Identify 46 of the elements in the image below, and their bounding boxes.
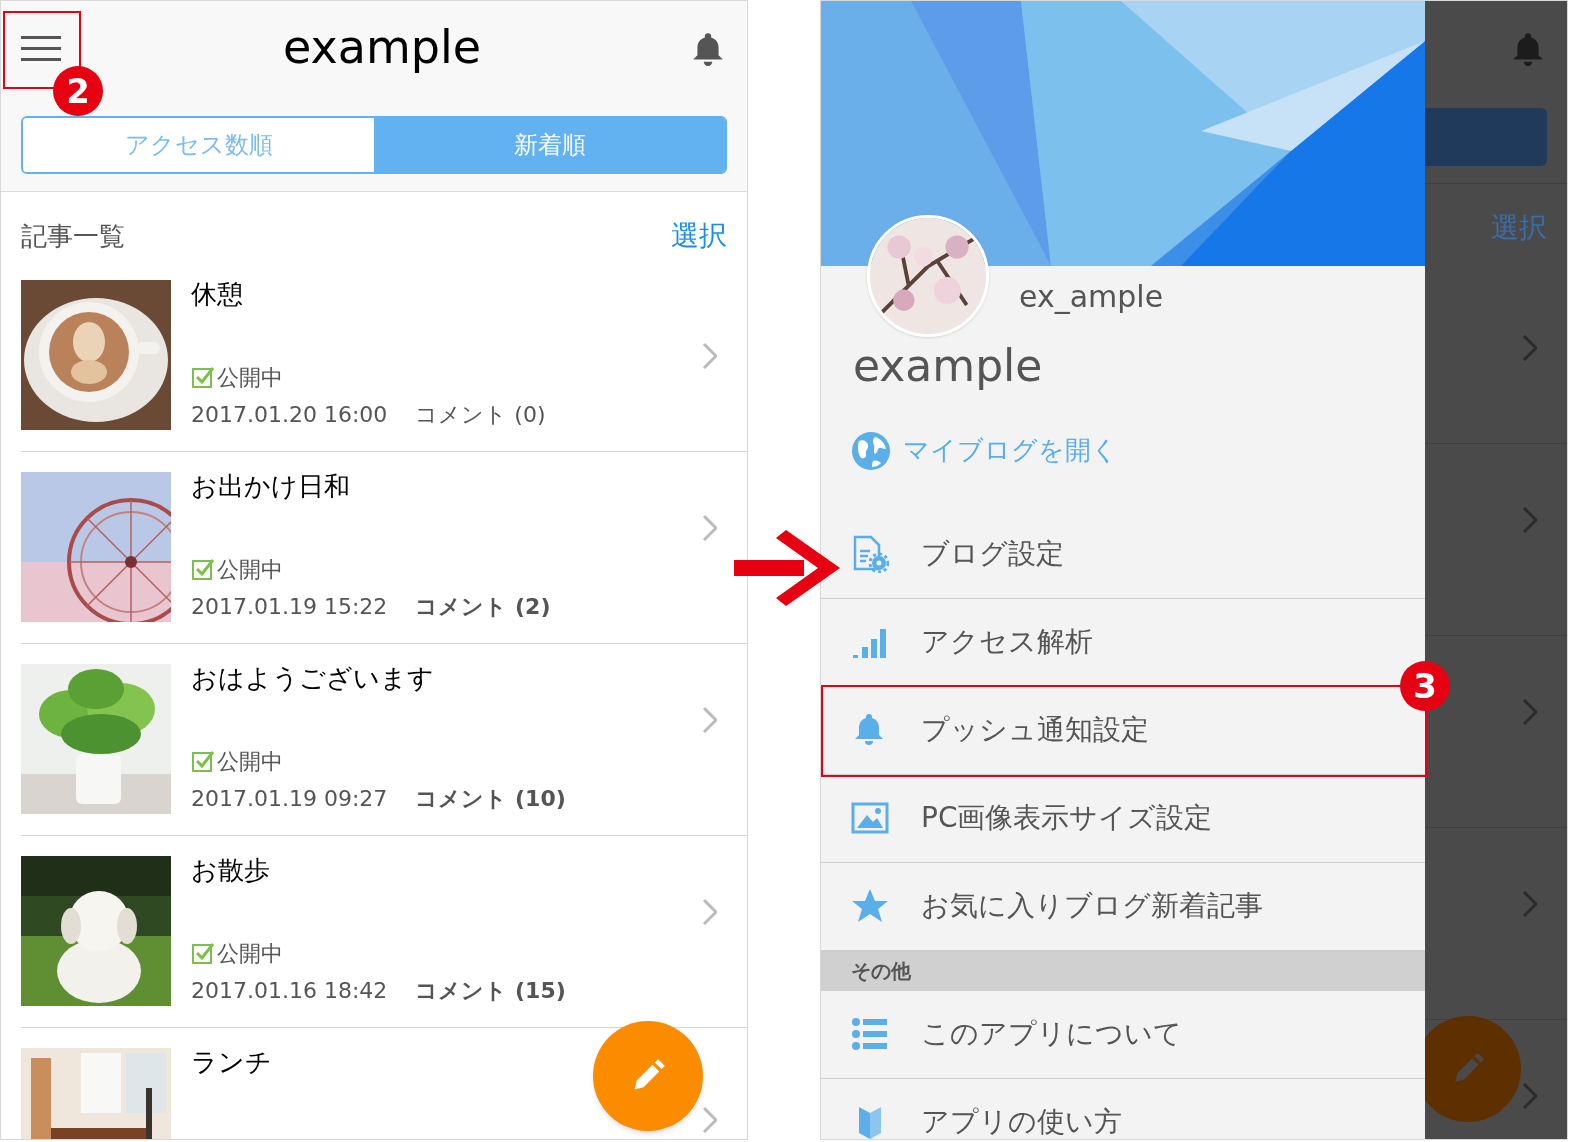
- globe-icon: [851, 430, 891, 471]
- checkbox-icon: [191, 365, 215, 389]
- comment-count: コメント (2): [415, 592, 551, 621]
- comment-count: コメント (10): [415, 784, 566, 813]
- section-header: その他: [821, 950, 1425, 991]
- checkbox-icon: [191, 557, 215, 581]
- post-title: おはようございます: [191, 662, 434, 695]
- section-title: 記事一覧: [21, 219, 125, 253]
- chevron-icon: [1521, 1082, 1537, 1110]
- blog-name: example: [852, 338, 1044, 393]
- chevron-icon[interactable]: [701, 1106, 717, 1134]
- select-link[interactable]: 選択: [671, 215, 727, 257]
- post-title: 休憩: [191, 278, 243, 311]
- chevron-icon: [1521, 334, 1537, 362]
- checkbox-icon: [191, 749, 215, 773]
- chevron-icon[interactable]: [701, 706, 717, 734]
- status-label: 公開中: [217, 747, 283, 776]
- post-date: 2017.01.19 09:27: [191, 784, 388, 813]
- checkbox-icon: [191, 941, 215, 965]
- menu-item[interactable]: PC画像表示サイズ設定: [821, 774, 1425, 863]
- chevron-icon: [1521, 890, 1537, 918]
- menu-icon[interactable]: [21, 36, 61, 61]
- menu-item[interactable]: お気に入りブログ新着記事: [821, 862, 1425, 951]
- chevron-icon: [1521, 506, 1537, 534]
- chevron-icon[interactable]: [701, 514, 717, 542]
- post-date: 2017.01.20 16:00: [191, 400, 388, 429]
- menu-item[interactable]: このアプリについて: [821, 990, 1425, 1079]
- post-date: 2017.01.19 15:22: [191, 592, 388, 621]
- star-icon: [851, 887, 889, 925]
- comment-count: コメント (0): [415, 400, 546, 429]
- comment-count: コメント (15): [415, 976, 566, 1005]
- app-title: example: [283, 19, 481, 76]
- status-label: 公開中: [217, 939, 283, 968]
- status-label: 公開中: [217, 555, 283, 584]
- post-title: ランチ: [191, 1046, 272, 1079]
- status-label: 公開中: [217, 363, 283, 392]
- menu-item[interactable]: アプリの使い方: [821, 1078, 1425, 1139]
- chevron-icon[interactable]: [701, 898, 717, 926]
- post-date: 2017.01.16 18:42: [191, 976, 388, 1005]
- post-title: お出かけ日和: [191, 470, 350, 503]
- chevron-icon: [1521, 698, 1537, 726]
- settings-icon: [851, 535, 889, 573]
- post-title: お散歩: [191, 854, 270, 887]
- username: ex_ample: [1018, 278, 1165, 316]
- chevron-icon[interactable]: [701, 342, 717, 370]
- list-icon: [851, 1015, 889, 1053]
